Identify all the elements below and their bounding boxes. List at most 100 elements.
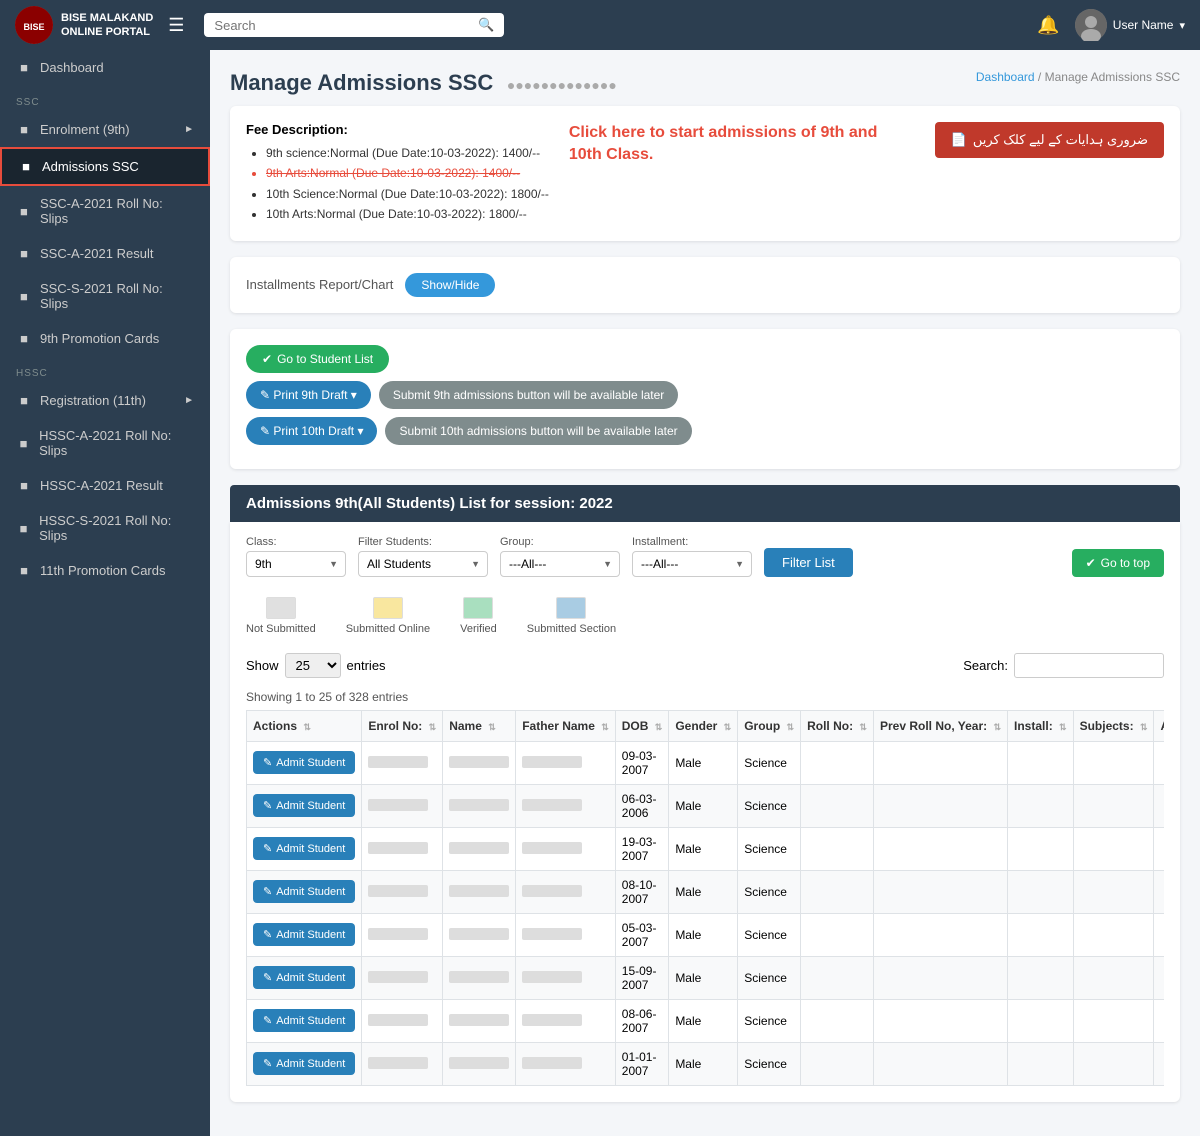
- cell-prev-roll: [873, 870, 1007, 913]
- urdu-button-label: ضروری ہدایات کے لیے کلک کریں: [973, 132, 1148, 148]
- hamburger-icon[interactable]: ☰: [168, 15, 184, 36]
- sidebar-item-label: SSC-A-2021 Result: [40, 246, 153, 261]
- not-submitted-label: Not Submitted: [246, 623, 316, 635]
- cell-dob: 08-06-2007: [615, 999, 669, 1042]
- sidebar-item-label: 9th Promotion Cards: [40, 331, 159, 346]
- cell-install: [1008, 741, 1074, 784]
- sidebar-item-admissions-ssc[interactable]: ■ Admissions SSC: [0, 147, 210, 186]
- promotion-icon: ■: [16, 331, 32, 346]
- admit-student-button[interactable]: ✎ Admit Student: [253, 966, 355, 989]
- submitted-online-label: Submitted Online: [346, 623, 430, 635]
- verified-label: Verified: [460, 623, 497, 635]
- breadcrumb: Dashboard / Manage Admissions SSC: [976, 70, 1180, 84]
- edit-icon: ✎: [263, 756, 272, 769]
- fee-items-list: 9th science:Normal (Due Date:10-03-2022)…: [246, 143, 549, 225]
- sidebar-section-hssc: HSSC: [0, 356, 210, 383]
- col-prev-roll: Prev Roll No, Year: ⇅: [873, 710, 1007, 741]
- submit-10th-later-button[interactable]: Submit 10th admissions button will be av…: [385, 417, 691, 445]
- breadcrumb-home-link[interactable]: Dashboard: [976, 70, 1035, 84]
- col-gender: Gender ⇅: [669, 710, 738, 741]
- cell-name: [443, 913, 516, 956]
- sidebar-item-hssc-a-result[interactable]: ■ HSSC-A-2021 Result: [0, 468, 210, 503]
- sidebar-item-label: Registration (11th): [40, 393, 146, 408]
- cell-prev-roll: [873, 784, 1007, 827]
- cell-name: [443, 741, 516, 784]
- admit-student-button[interactable]: ✎ Admit Student: [253, 751, 355, 774]
- father-value: [522, 842, 582, 854]
- table-search-input[interactable]: [1014, 653, 1164, 678]
- sidebar-item-dashboard[interactable]: ■ Dashboard: [0, 50, 210, 85]
- father-value: [522, 1014, 582, 1026]
- admit-student-button[interactable]: ✎ Admit Student: [253, 1052, 355, 1075]
- cell-enrol: [362, 870, 443, 913]
- filter-class-label: Class:: [246, 536, 346, 548]
- go-to-student-list-button[interactable]: ✔ Go to Student List: [246, 345, 389, 373]
- sidebar-item-label: 11th Promotion Cards: [40, 563, 166, 578]
- cell-enrol: [362, 913, 443, 956]
- cell-actions: ✎ Admit Student: [247, 784, 362, 827]
- cell-enrol: [362, 741, 443, 784]
- cell-subjects: [1073, 784, 1154, 827]
- enrol-value: [368, 971, 428, 983]
- cell-group: Science: [738, 741, 801, 784]
- sidebar-item-ssc-a-roll[interactable]: ■ SSC-A-2021 Roll No: Slips: [0, 186, 210, 236]
- sidebar-item-enrolment[interactable]: ■ Enrolment (9th) ►: [0, 112, 210, 147]
- sidebar: ■ Dashboard SSC ■ Enrolment (9th) ► ■ Ad…: [0, 50, 210, 1136]
- cell-subjects: [1073, 999, 1154, 1042]
- cell-install: [1008, 827, 1074, 870]
- cell-subjects: [1073, 956, 1154, 999]
- filter-class-select[interactable]: 9th 10th: [246, 551, 346, 577]
- admit-student-button[interactable]: ✎ Admit Student: [253, 1009, 355, 1032]
- fee-description-card: Fee Description: 9th science:Normal (Due…: [230, 106, 1180, 241]
- cell-roll: [801, 784, 874, 827]
- bell-icon[interactable]: 🔔: [1037, 15, 1059, 36]
- sidebar-item-label: Dashboard: [40, 60, 104, 75]
- admit-student-button[interactable]: ✎ Admit Student: [253, 837, 355, 860]
- dashboard-icon: ■: [16, 60, 32, 75]
- filter-group-select[interactable]: ---All--- Science Arts: [500, 551, 620, 577]
- sidebar-item-ssc-a-result[interactable]: ■ SSC-A-2021 Result: [0, 236, 210, 271]
- search-box[interactable]: 🔍: [204, 13, 504, 37]
- filter-installment-select[interactable]: ---All---: [632, 551, 752, 577]
- cell-gender: Male: [669, 827, 738, 870]
- edit-icon: ✎: [263, 842, 272, 855]
- user-menu[interactable]: User Name ▾: [1075, 9, 1185, 41]
- admit-student-button[interactable]: ✎ Admit Student: [253, 794, 355, 817]
- go-to-top-button[interactable]: ✔ Go to top: [1072, 549, 1164, 577]
- fee-description-label: Fee Description:: [246, 122, 549, 137]
- search-input[interactable]: [214, 18, 472, 33]
- admit-student-button[interactable]: ✎ Admit Student: [253, 880, 355, 903]
- print-10th-draft-button[interactable]: ✎ Print 10th Draft ▾: [246, 417, 377, 445]
- sidebar-section-ssc: SSC: [0, 85, 210, 112]
- showing-text: Showing 1 to 25 of 328 entries: [246, 686, 1164, 710]
- sidebar-item-ssc-s-roll[interactable]: ■ SSC-S-2021 Roll No: Slips: [0, 271, 210, 321]
- sidebar-item-9th-promotion[interactable]: ■ 9th Promotion Cards: [0, 321, 210, 356]
- sidebar-item-hssc-a-roll[interactable]: ■ HSSC-A-2021 Roll No: Slips: [0, 418, 210, 468]
- edit-icon: ✎: [263, 1014, 272, 1027]
- cell-adm-date: [1154, 999, 1164, 1042]
- print-9th-draft-button[interactable]: ✎ Print 9th Draft ▾: [246, 381, 371, 409]
- enrolment-icon: ■: [16, 122, 32, 137]
- col-group: Group ⇅: [738, 710, 801, 741]
- cell-prev-roll: [873, 741, 1007, 784]
- sidebar-item-11th-promotion[interactable]: ■ 11th Promotion Cards: [0, 553, 210, 588]
- submit-9th-later-button[interactable]: Submit 9th admissions button will be ava…: [379, 381, 678, 409]
- sidebar-item-hssc-s-roll[interactable]: ■ HSSC-S-2021 Roll No: Slips: [0, 503, 210, 553]
- cell-dob: 19-03-2007: [615, 827, 669, 870]
- urdu-button[interactable]: 📄 ضروری ہدایات کے لیے کلک کریں: [935, 122, 1164, 158]
- sidebar-item-registration[interactable]: ■ Registration (11th) ►: [0, 383, 210, 418]
- legend-submitted-section: Submitted Section: [527, 597, 616, 635]
- entries-select[interactable]: 25 50 100: [285, 653, 341, 678]
- col-father: Father Name ⇅: [516, 710, 616, 741]
- filter-list-button[interactable]: Filter List: [764, 548, 853, 577]
- cell-adm-date: [1154, 913, 1164, 956]
- cell-group: Science: [738, 956, 801, 999]
- installments-label: Installments Report/Chart: [246, 277, 393, 292]
- show-hide-button[interactable]: Show/Hide: [405, 273, 495, 297]
- sidebar-item-label: Enrolment (9th): [40, 122, 130, 137]
- admit-student-button[interactable]: ✎ Admit Student: [253, 923, 355, 946]
- cell-adm-date: [1154, 827, 1164, 870]
- filter-students-select[interactable]: All Students: [358, 551, 488, 577]
- col-actions: Actions ⇅: [247, 710, 362, 741]
- cell-gender: Male: [669, 1042, 738, 1085]
